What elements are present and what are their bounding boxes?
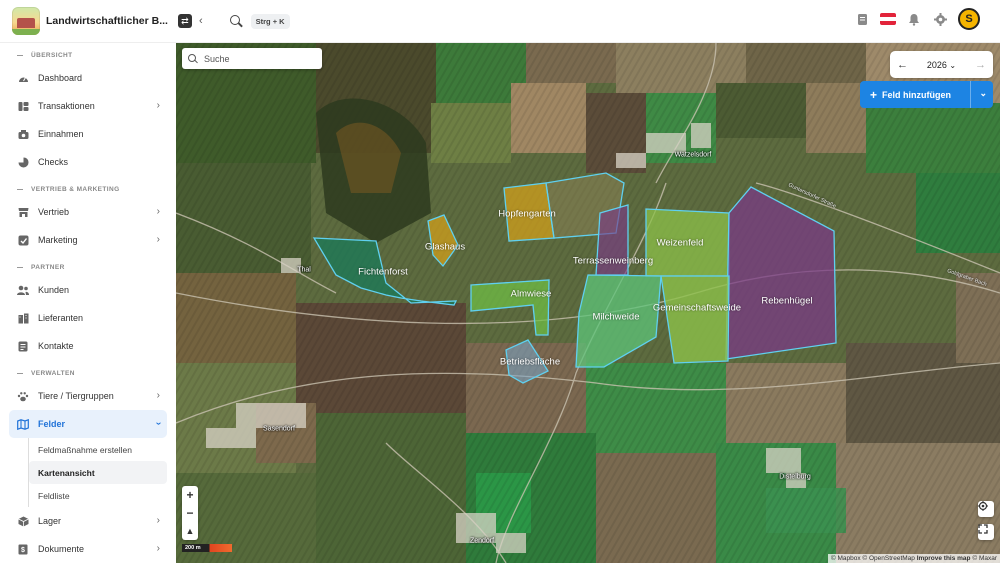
section-label-uebersicht: ÜBERSICHT <box>0 46 176 64</box>
app-title[interactable]: Landwirtschaftlicher B... <box>46 15 168 27</box>
map-view[interactable]: Hopfengarten Glashaus Fichtenforst Terra… <box>176 43 1000 563</box>
bell-icon[interactable] <box>906 11 922 27</box>
sidebar-item-dokumente[interactable]: $ Dokumente › <box>9 535 167 563</box>
year-selector[interactable]: ← 2026 ⌄ → <box>890 51 993 78</box>
place-label: Sasendorf <box>263 425 295 433</box>
document-icon: $ <box>17 543 29 555</box>
zoom-out-button[interactable]: − <box>182 504 198 522</box>
sidebar: ÜBERSICHT Dashboard Transaktionen › Einn… <box>0 43 176 563</box>
map-icon <box>17 418 29 430</box>
place-label: Thal <box>297 266 311 274</box>
contacts-icon <box>17 340 29 352</box>
dashboard-icon <box>17 72 29 84</box>
section-label-vertrieb-marketing: VERTRIEB & MARKETING <box>0 180 176 198</box>
transactions-icon <box>17 100 29 112</box>
add-field-button[interactable]: + Feld hinzufügen ⌄ <box>860 81 993 108</box>
sidebar-item-transaktionen[interactable]: Transaktionen › <box>9 92 167 120</box>
sidebar-item-checks[interactable]: Checks <box>9 148 167 176</box>
svg-text:$: $ <box>21 547 25 554</box>
customers-icon <box>17 284 29 296</box>
box-icon <box>17 515 29 527</box>
field-label: Hopfengarten <box>498 208 556 220</box>
chevron-right-icon: › <box>156 515 160 526</box>
top-bar: Landwirtschaftlicher B... ⇄ ‹ Strg + K S <box>0 0 1000 43</box>
sidebar-item-lager[interactable]: Lager › <box>9 507 167 535</box>
chevron-right-icon: › <box>156 234 160 245</box>
chevron-down-icon[interactable]: ⌄ <box>979 88 987 99</box>
field-label: Rebenhügel <box>761 295 813 307</box>
field-label: Weizenfeld <box>656 237 704 249</box>
chevron-down-icon: ⌄ <box>949 60 957 70</box>
paw-icon <box>17 390 29 402</box>
zoom-in-button[interactable]: + <box>182 486 198 504</box>
income-icon <box>17 128 29 140</box>
sidebar-item-kunden[interactable]: Kunden <box>9 276 167 304</box>
field-label: Milchweide <box>592 311 640 323</box>
sidebar-subitem-feldliste[interactable]: Feldliste <box>29 484 167 507</box>
field-label: Betriebsfläche <box>499 356 561 368</box>
arrow-right-icon[interactable]: → <box>975 59 986 71</box>
map-search-input[interactable] <box>204 53 314 64</box>
switch-farm-icon[interactable]: ⇄ <box>177 14 192 28</box>
mapbox-link[interactable]: © Mapbox <box>831 555 861 562</box>
app-logo[interactable] <box>12 7 40 35</box>
scale-bar: 200 m <box>182 544 232 552</box>
search-shortcut-badge[interactable]: Strg + K <box>250 13 290 29</box>
map-search-box[interactable] <box>182 48 322 69</box>
collapse-sidebar-icon[interactable]: ‹ <box>199 15 203 27</box>
chevron-right-icon: › <box>156 543 160 554</box>
locate-icon[interactable] <box>978 501 994 517</box>
chevron-right-icon: › <box>156 100 160 111</box>
osm-link[interactable]: © OpenStreetMap <box>862 555 914 562</box>
field-label: Terrassenweinberg <box>572 255 654 267</box>
sidebar-subitem-kartenansicht[interactable]: Kartenansicht <box>29 461 167 484</box>
marketing-icon <box>17 234 29 246</box>
chevron-down-icon: › <box>152 421 164 426</box>
plus-icon: + <box>870 87 878 102</box>
sidebar-item-felder[interactable]: Felder › <box>9 410 167 438</box>
sidebar-subitem-feldmassnahme[interactable]: Feldmaßnahme erstellen <box>29 438 167 461</box>
place-label: Distelburg <box>779 473 811 481</box>
sales-icon <box>17 206 29 218</box>
settings-gear-icon[interactable] <box>932 11 948 27</box>
checks-icon <box>17 156 29 168</box>
fullscreen-icon[interactable] <box>978 524 994 540</box>
map-attribution: © Mapbox © OpenStreetMap Improve this ma… <box>827 554 1000 563</box>
satellite-map[interactable] <box>176 43 1000 563</box>
arrow-left-icon[interactable]: ← <box>897 59 908 71</box>
search-icon <box>188 53 198 64</box>
section-label-verwalten: VERWALTEN <box>0 364 176 382</box>
field-label: Glashaus <box>424 241 466 253</box>
maxar-link[interactable]: © Maxar <box>972 555 997 562</box>
field-label: Gemeinschaftsweide <box>652 302 742 314</box>
place-label: Zendorf <box>469 537 495 545</box>
sidebar-item-vertrieb[interactable]: Vertrieb › <box>9 198 167 226</box>
chevron-right-icon: › <box>156 206 160 217</box>
zoom-controls: + − ▲ <box>182 486 198 540</box>
field-label: Fichtenforst <box>358 266 408 278</box>
user-avatar[interactable]: S <box>958 8 980 30</box>
section-label-partner: PARTNER <box>0 258 176 276</box>
sidebar-item-kontakte[interactable]: Kontakte <box>9 332 167 360</box>
notes-icon[interactable] <box>854 11 870 27</box>
sidebar-item-lieferanten[interactable]: Lieferanten <box>9 304 167 332</box>
sidebar-item-marketing[interactable]: Marketing › <box>9 226 167 254</box>
field-label: Almwiese <box>510 288 552 300</box>
chevron-right-icon: › <box>156 390 160 401</box>
compass-icon[interactable]: ▲ <box>182 522 198 540</box>
search-icon[interactable] <box>229 14 243 28</box>
language-flag-icon[interactable] <box>880 13 896 25</box>
sidebar-item-einnahmen[interactable]: Einnahmen <box>9 120 167 148</box>
sidebar-item-dashboard[interactable]: Dashboard <box>9 64 167 92</box>
year-dropdown[interactable]: 2026 ⌄ <box>927 60 956 70</box>
sidebar-item-tiere[interactable]: Tiere / Tiergruppen › <box>9 382 167 410</box>
place-label: Watzelsdorf <box>674 151 712 159</box>
suppliers-icon <box>17 312 29 324</box>
improve-map-link[interactable]: Improve this map <box>917 555 971 562</box>
